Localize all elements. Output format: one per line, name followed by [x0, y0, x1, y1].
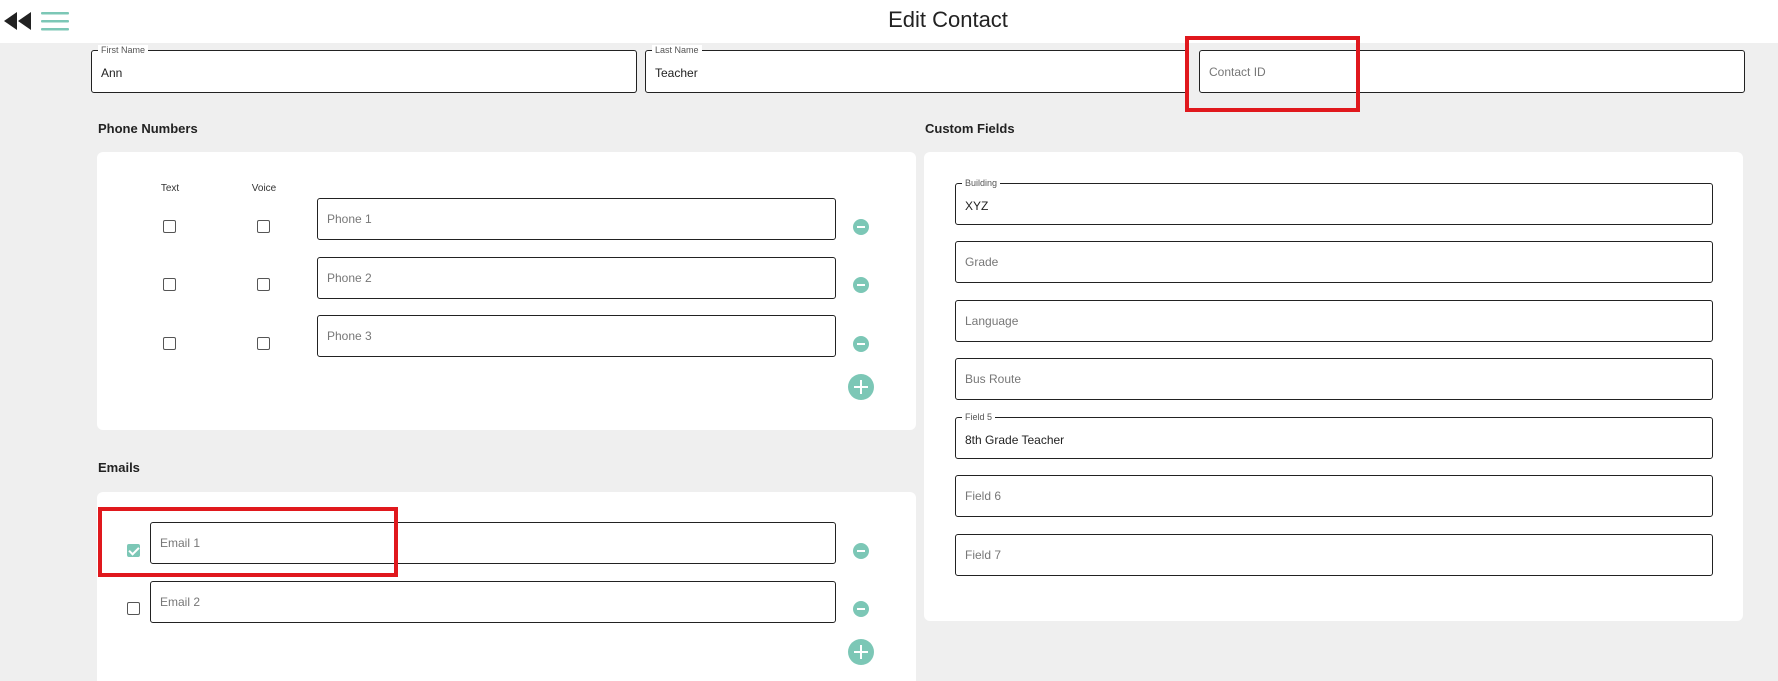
last-name-input[interactable] [646, 51, 1188, 92]
remove-phone-1-button[interactable] [853, 219, 869, 235]
phone-3-field [317, 315, 836, 357]
add-phone-button[interactable] [848, 374, 874, 400]
field-5-field: Field 5 [955, 412, 1713, 459]
last-name-field: Last Name [645, 45, 1189, 93]
custom-fields-title: Custom Fields [925, 121, 1015, 136]
voice-column-header: Voice [251, 183, 277, 194]
phone-numbers-title: Phone Numbers [98, 121, 198, 136]
phone-2-field [317, 257, 836, 299]
first-name-input[interactable] [92, 51, 636, 92]
email-1-checkbox[interactable] [127, 544, 140, 557]
grade-field [955, 241, 1713, 283]
emails-card [97, 492, 916, 681]
phone-2-voice-checkbox[interactable] [257, 278, 270, 291]
building-field: Building [955, 178, 1713, 225]
field-5-input[interactable] [956, 418, 1712, 458]
phone-2-text-checkbox[interactable] [163, 278, 176, 291]
bus-route-input[interactable] [956, 359, 1712, 399]
grade-input[interactable] [956, 242, 1712, 282]
bus-route-field [955, 358, 1713, 400]
phone-numbers-card: Text Voice [97, 152, 916, 430]
page-title: Edit Contact [888, 7, 1008, 32]
phone-1-text-checkbox[interactable] [163, 220, 176, 233]
phone-3-text-checkbox[interactable] [163, 337, 176, 350]
email-1-input[interactable] [151, 523, 835, 563]
top-bar: Edit Contact [0, 0, 1778, 43]
add-email-button[interactable] [848, 639, 874, 665]
first-name-field: First Name [91, 45, 637, 93]
email-2-checkbox[interactable] [127, 602, 140, 615]
phone-1-field [317, 198, 836, 240]
custom-fields-card: Building Field 5 [924, 152, 1743, 621]
phone-1-voice-checkbox[interactable] [257, 220, 270, 233]
text-column-header: Text [160, 183, 180, 194]
contact-id-field [1199, 50, 1745, 93]
phone-1-input[interactable] [318, 199, 835, 239]
remove-email-1-button[interactable] [853, 543, 869, 559]
emails-title: Emails [98, 460, 140, 475]
language-input[interactable] [956, 301, 1712, 341]
email-2-field [150, 581, 836, 623]
field-6-input[interactable] [956, 476, 1712, 516]
remove-email-2-button[interactable] [853, 601, 869, 617]
contact-id-input[interactable] [1200, 51, 1744, 92]
email-1-field [150, 522, 836, 564]
field-7-field [955, 534, 1713, 576]
building-input[interactable] [956, 184, 1712, 224]
language-field [955, 300, 1713, 342]
remove-phone-2-button[interactable] [853, 277, 869, 293]
phone-3-input[interactable] [318, 316, 835, 356]
field-7-input[interactable] [956, 535, 1712, 575]
field-6-field [955, 475, 1713, 517]
phone-2-input[interactable] [318, 258, 835, 298]
email-2-input[interactable] [151, 582, 835, 622]
remove-phone-3-button[interactable] [853, 336, 869, 352]
phone-3-voice-checkbox[interactable] [257, 337, 270, 350]
